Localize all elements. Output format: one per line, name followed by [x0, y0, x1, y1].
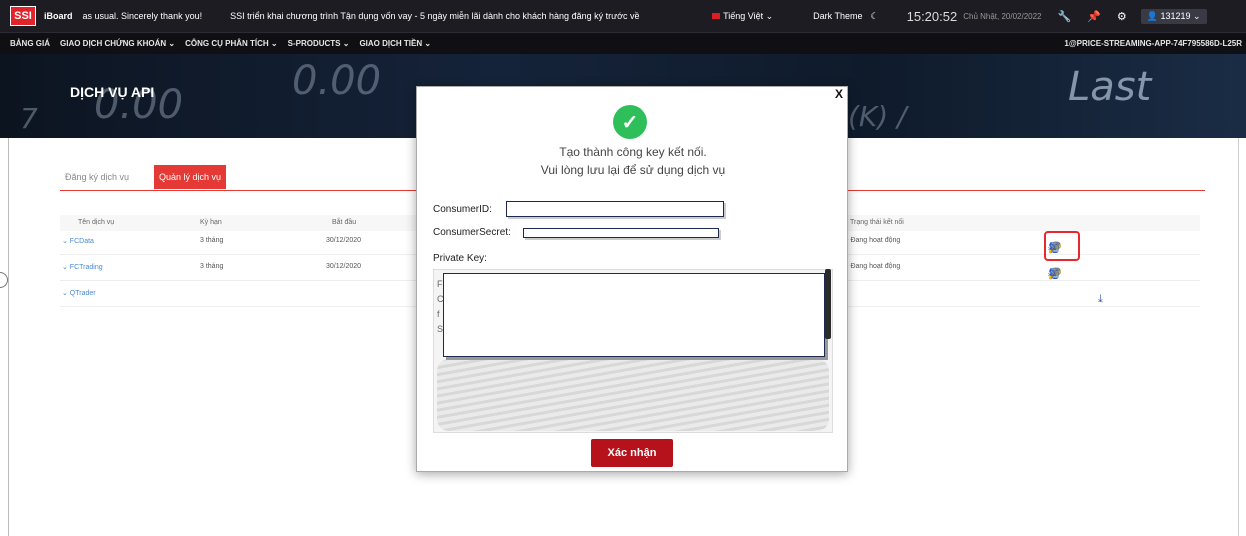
private-key-label: Private Key: — [433, 253, 487, 264]
frame-border-left — [8, 138, 9, 536]
tab-register-service[interactable]: Đăng ký dịch vụ — [60, 165, 134, 189]
key-created-dialog: X ✓ Tạo thành công key kết nối. Vui lòng… — [416, 86, 848, 472]
close-button[interactable]: X — [835, 87, 843, 101]
user-icon: 👤 — [1146, 10, 1158, 21]
screen: SSI iBoard as usual. Sincerely thank you… — [0, 0, 1246, 536]
moon-icon: ☾ — [870, 10, 879, 21]
consumer-id-field[interactable] — [506, 201, 724, 217]
theme-label: Dark Theme — [813, 11, 863, 21]
term-cell: 3 tháng — [200, 263, 224, 270]
account-menu[interactable]: 👤 131219 ⌄ — [1140, 8, 1207, 24]
consumer-id-label: ConsumerID: — [433, 204, 492, 215]
service-name-link[interactable]: ⌄ FCData — [62, 237, 94, 245]
redaction-box — [443, 273, 825, 357]
service-name-link[interactable]: ⌄ FCTrading — [62, 263, 103, 271]
theme-toggle[interactable]: Dark Theme ☾ — [813, 11, 878, 22]
language-label: Tiếng Việt ⌄ — [723, 10, 774, 21]
textarea-scrollbar[interactable] — [825, 269, 831, 339]
ssi-logo[interactable]: SSI — [10, 6, 36, 26]
banner-bg-number: 0.00 — [292, 58, 382, 104]
top-bar: SSI iBoard as usual. Sincerely thank you… — [0, 0, 1246, 32]
col-header-start: Bắt đầu — [332, 219, 357, 226]
nav-item-s-products[interactable]: S-PRODUCTS ⌄ — [288, 39, 350, 48]
col-header-term: Kỳ hạn — [200, 219, 222, 226]
app-instance-id: 1@PRICE-STREAMING-APP-74F795586D-L25R — [1064, 39, 1242, 48]
banner-bg-text: (K) / — [848, 100, 907, 133]
highlight-annotation — [1044, 231, 1080, 261]
status-cell: Đang hoạt động — [846, 237, 900, 244]
pin-icon[interactable]: 📌 — [1087, 10, 1101, 23]
ticker-left: as usual. Sincerely thank you! — [82, 11, 203, 21]
language-selector[interactable]: Tiếng Việt ⌄ — [712, 11, 773, 22]
side-handle[interactable] — [0, 272, 8, 288]
success-check-icon: ✓ — [613, 105, 647, 139]
nav-item-giao-dich-tien[interactable]: GIAO DỊCH TIỀN ⌄ — [359, 39, 431, 48]
col-header-connection-status: Trạng thái kết nối — [850, 219, 904, 226]
trash-icon[interactable]: 🗑 — [1048, 267, 1062, 280]
settings-icon[interactable]: ⚙ — [1117, 10, 1127, 23]
nav-item-giao-dich-chung-khoan[interactable]: GIAO DỊCH CHỨNG KHOÁN ⌄ — [60, 39, 175, 48]
download-icon[interactable]: ⤓ — [1098, 293, 1103, 306]
consumer-secret-label: ConsumerSecret: — [433, 227, 511, 238]
nav-item-bang-gia[interactable]: BẢNG GIÁ — [10, 39, 50, 48]
success-message-line2: Vui lòng lưu lại để sử dụng dịch vụ — [540, 163, 726, 177]
page-title: DỊCH VỤ API — [70, 84, 155, 100]
start-cell: 30/12/2020 — [326, 237, 362, 244]
banner-bg-text: Last — [1068, 64, 1152, 110]
brand-name[interactable]: iBoard — [44, 11, 73, 21]
col-header-service-name: Tên dịch vụ — [78, 219, 115, 226]
frame-border-right — [1238, 138, 1239, 536]
banner-bg-number: 7 — [20, 102, 38, 135]
status-cell: Đang hoạt động — [846, 263, 900, 270]
tools-icon[interactable]: 🔧 — [1058, 10, 1072, 23]
consumer-secret-field[interactable] — [523, 228, 719, 238]
success-message-line1: Tạo thành công key kết nối. — [559, 145, 707, 159]
confirm-button[interactable]: Xác nhận — [591, 439, 673, 467]
main-nav: BẢNG GIÁ GIAO DỊCH CHỨNG KHOÁN ⌄ CÔNG CỤ… — [0, 32, 1246, 54]
ticker-marquee[interactable]: SSI triển khai chương trình Tận dụng vốn… — [230, 11, 700, 21]
account-id: 131219 ⌄ — [1160, 10, 1201, 21]
clock: 15:20:52 — [906, 8, 958, 24]
term-cell: 3 tháng — [200, 237, 224, 244]
service-name-link[interactable]: ⌄ QTrader — [62, 289, 96, 297]
date: Chủ Nhật, 20/02/2022 — [963, 11, 1042, 21]
tab-manage-service[interactable]: Quản lý dịch vụ — [154, 165, 227, 189]
redaction-scribble — [437, 359, 829, 431]
flag-icon — [712, 13, 721, 19]
start-cell: 30/12/2020 — [326, 263, 362, 270]
nav-item-cong-cu-phan-tich[interactable]: CÔNG CỤ PHÂN TÍCH ⌄ — [185, 39, 277, 48]
